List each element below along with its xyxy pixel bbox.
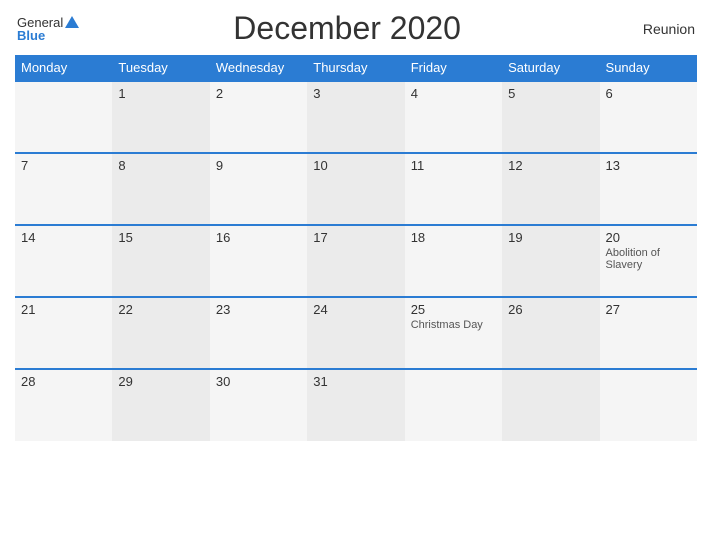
day-number: 4 <box>411 86 496 101</box>
calendar-table: Monday Tuesday Wednesday Thursday Friday… <box>15 55 697 441</box>
calendar-wrapper: General Blue December 2020 Reunion Monda… <box>0 0 712 550</box>
day-number: 20 <box>606 230 691 245</box>
day-number: 26 <box>508 302 593 317</box>
day-number: 22 <box>118 302 203 317</box>
calendar-cell <box>502 369 599 441</box>
day-number: 18 <box>411 230 496 245</box>
calendar-cell <box>15 81 112 153</box>
day-number: 14 <box>21 230 106 245</box>
calendar-cell: 14 <box>15 225 112 297</box>
logo: General Blue <box>17 16 79 42</box>
header-sunday: Sunday <box>600 55 697 81</box>
calendar-cell: 7 <box>15 153 112 225</box>
calendar-cell: 11 <box>405 153 502 225</box>
day-number: 1 <box>118 86 203 101</box>
calendar-cell: 17 <box>307 225 404 297</box>
header-tuesday: Tuesday <box>112 55 209 81</box>
calendar-cell: 10 <box>307 153 404 225</box>
event-label: Christmas Day <box>411 319 496 331</box>
calendar-cell: 27 <box>600 297 697 369</box>
day-number: 10 <box>313 158 398 173</box>
day-number: 12 <box>508 158 593 173</box>
calendar-title: December 2020 <box>79 10 615 47</box>
calendar-cell: 30 <box>210 369 307 441</box>
day-number: 16 <box>216 230 301 245</box>
calendar-cell: 19 <box>502 225 599 297</box>
calendar-week-row: 21 22 23 24 25 Christmas Day 26 27 <box>15 297 697 369</box>
header-wednesday: Wednesday <box>210 55 307 81</box>
calendar-cell: 18 <box>405 225 502 297</box>
day-number: 25 <box>411 302 496 317</box>
region-label: Reunion <box>615 21 695 37</box>
logo-triangle-icon <box>65 16 79 28</box>
day-number: 24 <box>313 302 398 317</box>
calendar-cell: 8 <box>112 153 209 225</box>
day-number: 6 <box>606 86 691 101</box>
calendar-cell: 28 <box>15 369 112 441</box>
day-number: 3 <box>313 86 398 101</box>
calendar-week-row: 14 15 16 17 18 19 20 Abolition of Slavery <box>15 225 697 297</box>
calendar-cell <box>600 369 697 441</box>
day-number: 29 <box>118 374 203 389</box>
day-number: 19 <box>508 230 593 245</box>
calendar-cell: 29 <box>112 369 209 441</box>
calendar-cell: 5 <box>502 81 599 153</box>
day-number: 17 <box>313 230 398 245</box>
calendar-cell <box>405 369 502 441</box>
day-number: 30 <box>216 374 301 389</box>
calendar-cell: 25 Christmas Day <box>405 297 502 369</box>
calendar-cell: 24 <box>307 297 404 369</box>
calendar-cell: 3 <box>307 81 404 153</box>
header-saturday: Saturday <box>502 55 599 81</box>
calendar-cell: 1 <box>112 81 209 153</box>
calendar-cell: 22 <box>112 297 209 369</box>
day-number: 31 <box>313 374 398 389</box>
event-label: Abolition of Slavery <box>606 247 691 271</box>
day-number: 5 <box>508 86 593 101</box>
day-number: 28 <box>21 374 106 389</box>
logo-blue-text: Blue <box>17 29 45 42</box>
calendar-week-row: 789 10 11 12 13 <box>15 153 697 225</box>
calendar-week-row: 28 29 30 31 <box>15 369 697 441</box>
day-number: 13 <box>606 158 691 173</box>
calendar-cell: 4 <box>405 81 502 153</box>
day-number: 2 <box>216 86 301 101</box>
calendar-cell: 9 <box>210 153 307 225</box>
day-number: 15 <box>118 230 203 245</box>
calendar-cell: 20 Abolition of Slavery <box>600 225 697 297</box>
header-monday: Monday <box>15 55 112 81</box>
day-number: 23 <box>216 302 301 317</box>
day-number: 9 <box>216 158 301 173</box>
calendar-header: General Blue December 2020 Reunion <box>15 10 697 47</box>
calendar-cell: 15 <box>112 225 209 297</box>
calendar-cell: 16 <box>210 225 307 297</box>
weekday-header-row: Monday Tuesday Wednesday Thursday Friday… <box>15 55 697 81</box>
calendar-cell: 6 <box>600 81 697 153</box>
calendar-cell: 12 <box>502 153 599 225</box>
calendar-cell: 2 <box>210 81 307 153</box>
day-number: 7 <box>21 158 106 173</box>
calendar-cell: 21 <box>15 297 112 369</box>
day-number: 11 <box>411 158 496 173</box>
header-friday: Friday <box>405 55 502 81</box>
calendar-week-row: 123456 <box>15 81 697 153</box>
logo-general-text: General <box>17 16 63 29</box>
calendar-cell: 23 <box>210 297 307 369</box>
header-thursday: Thursday <box>307 55 404 81</box>
calendar-cell: 31 <box>307 369 404 441</box>
calendar-cell: 26 <box>502 297 599 369</box>
day-number: 21 <box>21 302 106 317</box>
calendar-cell: 13 <box>600 153 697 225</box>
day-number: 27 <box>606 302 691 317</box>
day-number: 8 <box>118 158 203 173</box>
